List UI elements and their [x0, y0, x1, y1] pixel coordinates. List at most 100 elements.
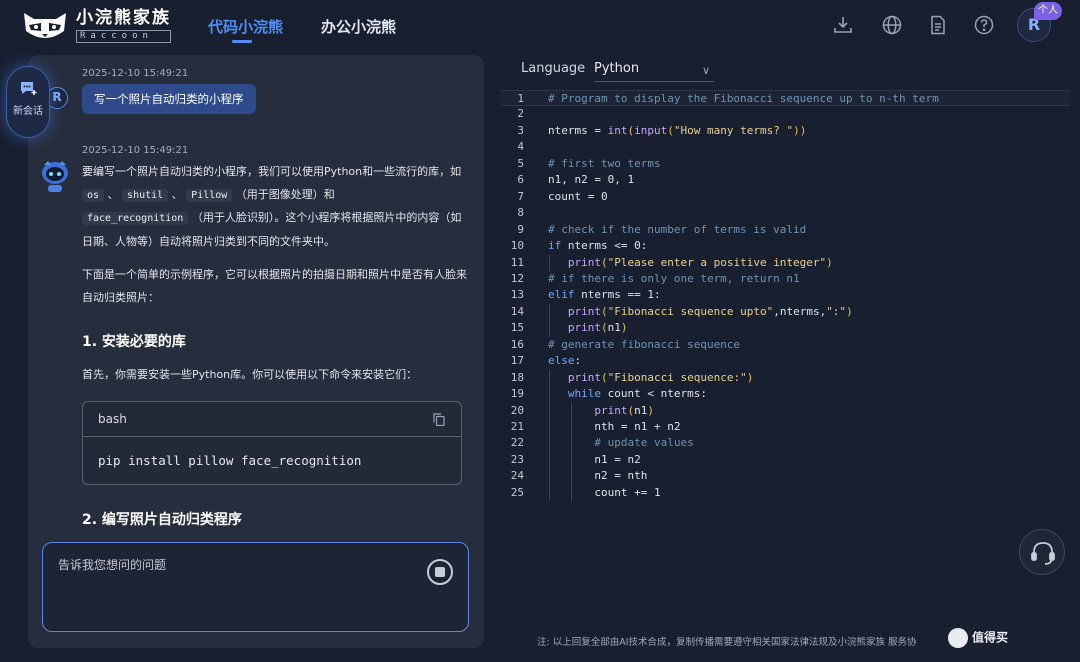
code-line[interactable]: 16 # generate fibonacci sequence — [500, 337, 1070, 353]
code-line[interactable]: 1 # Program to display the Fibonacci sequ… — [500, 90, 1070, 106]
code-line[interactable]: 2 — [500, 106, 1070, 122]
code-line[interactable]: 21 nth = n1 + n2 — [500, 419, 1070, 435]
code-line[interactable]: 4 — [500, 139, 1070, 155]
indent-guide — [571, 402, 572, 502]
answer-paragraph-3: 首先，你需要安装一些Python库。你可以使用以下命令来安装它们： — [82, 368, 418, 381]
code-line[interactable]: 25 count += 1 — [500, 485, 1070, 501]
code-line[interactable]: 7 count = 0 — [500, 189, 1070, 205]
code-line[interactable]: 20 print(n1) — [500, 403, 1070, 419]
tab-code-raccoon[interactable]: 代码小浣熊 — [208, 16, 283, 43]
line-number: 1 — [517, 92, 524, 105]
line-number: 13 — [510, 288, 524, 302]
chat-input-box[interactable] — [42, 542, 469, 632]
stop-generation-button[interactable] — [427, 559, 453, 585]
document-icon[interactable] — [927, 14, 949, 36]
brand-name: 小浣熊家族 — [76, 8, 171, 28]
code-line[interactable]: 8 — [500, 205, 1070, 221]
line-number: 20 — [510, 403, 524, 417]
line-number: 10 — [510, 239, 524, 253]
code-text: while count < nterms: — [567, 387, 707, 401]
code-line[interactable]: 18 print("Fibonacci sequence:") — [500, 370, 1070, 386]
code-line[interactable]: 15 print(n1) — [500, 320, 1070, 336]
code-text: print(n1) — [594, 403, 654, 417]
indent-guide — [549, 369, 550, 502]
raccoon-logo-icon — [24, 12, 66, 38]
app-header: 小浣熊家族 Raccoon 代码小浣熊 办公小浣熊 R 个人 — [0, 0, 1080, 52]
code-text: print("Fibonacci sequence:") — [567, 370, 754, 384]
help-icon[interactable] — [973, 14, 995, 36]
code-text: n1, n2 = 0, 1 — [548, 173, 635, 187]
code-line[interactable]: 14 print("Fibonacci sequence upto",nterm… — [500, 304, 1070, 320]
code-block-header: bash — [83, 402, 461, 437]
code-text: elif nterms == 1: — [548, 288, 661, 302]
chat-panel: 2025-12-10 15:49:21 R 写一个照片自动归类的小程序 2025… — [28, 55, 484, 648]
customer-support-button[interactable] — [1019, 529, 1065, 575]
code-line[interactable]: 19 while count < nterms: — [500, 386, 1070, 402]
download-icon[interactable] — [832, 14, 854, 36]
code-text: if nterms <= 0: — [548, 239, 648, 253]
code-line[interactable]: 9 # check if the number of terms is valid — [500, 222, 1070, 238]
code-text: nth = n1 + n2 — [548, 420, 681, 433]
code-line[interactable]: 11 print("Please enter a positive intege… — [500, 255, 1070, 271]
code-text: # first two terms — [548, 156, 661, 170]
answer-text: （用于图像处理）和 — [235, 187, 335, 201]
line-number: 5 — [517, 156, 524, 170]
line-number: 23 — [510, 452, 524, 466]
language-label: Language — [521, 61, 586, 76]
assistant-avatar-icon — [42, 161, 68, 192]
chat-input[interactable] — [58, 556, 418, 616]
tab-office-raccoon[interactable]: 办公小浣熊 — [321, 16, 396, 37]
code-text: count += 1 — [548, 485, 661, 499]
brand-name-en: Raccoon — [76, 30, 171, 43]
line-number: 6 — [517, 173, 524, 187]
code-block-content: pip install pillow face_recognition — [98, 453, 362, 468]
code-editor[interactable]: 1 # Program to display the Fibonacci sequ… — [500, 90, 1070, 510]
message-timestamp: 2025-12-10 15:49:21 — [82, 68, 189, 79]
answer-text: 、 — [107, 187, 119, 201]
line-number: 14 — [510, 304, 524, 318]
watermark-logo-icon — [948, 628, 968, 648]
line-number: 7 — [517, 189, 524, 203]
new-chat-button[interactable]: 新会话 — [6, 66, 50, 138]
code-line[interactable]: 3 nterms = int(input("How many terms? ")) — [500, 123, 1070, 139]
code-line[interactable]: 10 if nterms <= 0: — [500, 238, 1070, 254]
line-number: 16 — [510, 337, 524, 351]
code-line[interactable]: 24 n2 = nth — [500, 468, 1070, 484]
ai-disclaimer: 注: 以上回复全部由AI技术合成，复制传播需要遵守相关国家法律法规及小浣熊家族 … — [537, 637, 917, 648]
answer-text: 、 — [171, 187, 183, 201]
assistant-answer-paragraph: 要编写一个照片自动归类的小程序，我们可以使用Python和一些流行的库，如 os… — [82, 161, 467, 253]
code-line[interactable]: 23 n1 = n2 — [500, 452, 1070, 468]
line-number: 18 — [510, 370, 524, 384]
code-line[interactable]: 6 n1, n2 = 0, 1 — [500, 172, 1070, 188]
brand-logo[interactable]: 小浣熊家族 Raccoon — [20, 8, 171, 43]
line-number: 3 — [517, 123, 524, 137]
watermark-text: 值得买 — [972, 630, 1009, 645]
code-line[interactable]: 22 # update values — [500, 435, 1070, 451]
indent-guide — [549, 303, 550, 337]
inline-code: Pillow — [186, 188, 233, 202]
code-text: count = 0 — [548, 189, 608, 203]
code-line[interactable]: 5 # first two terms — [500, 156, 1070, 172]
indent-guide — [549, 254, 550, 271]
inline-code: face_recognition — [82, 212, 189, 225]
line-number: 12 — [510, 271, 524, 285]
line-number: 24 — [510, 469, 524, 483]
watermark: 值得买 — [948, 628, 1008, 648]
code-text: n2 = nth — [548, 469, 648, 483]
code-line[interactable]: 12 # if there is only one term, return n1 — [500, 271, 1070, 287]
chat-bubble-icon — [21, 82, 37, 95]
code-block-language: bash — [98, 412, 127, 426]
language-value: Python — [594, 61, 640, 76]
code-text: # Program to display the Fibonacci seque… — [548, 92, 939, 105]
globe-icon[interactable] — [881, 14, 903, 36]
copy-icon[interactable] — [433, 413, 445, 426]
code-text: print("Fibonacci sequence upto",nterms,"… — [567, 304, 853, 318]
line-number: 2 — [517, 107, 524, 121]
code-block: bash pip install pillow face_recognition — [82, 401, 462, 485]
code-line[interactable]: 17 else: — [500, 353, 1070, 369]
code-line[interactable]: 13 elif nterms == 1: — [500, 287, 1070, 303]
line-number: 22 — [510, 436, 524, 450]
inline-code: os — [82, 188, 105, 202]
language-select[interactable]: Python ∨ — [594, 55, 714, 82]
code-text: # check if the number of terms is valid — [548, 222, 807, 236]
